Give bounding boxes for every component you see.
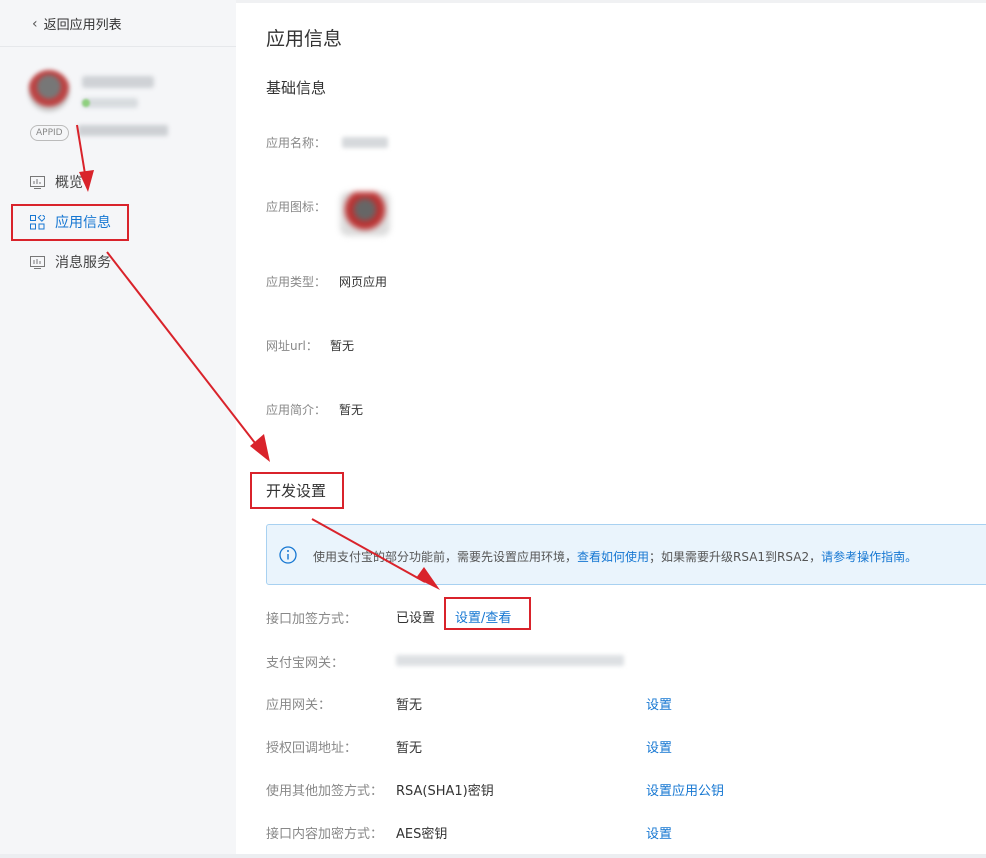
app-gateway-label: 应用网关：: [266, 698, 332, 713]
highlight-box-set-view: [444, 597, 531, 630]
appid-badge: APPID: [30, 125, 69, 141]
info-icon: [279, 546, 297, 568]
notice-text: 使用支付宝的部分功能前，需要先设置应用环境，查看如何使用；如果需要升级RSA1到…: [313, 548, 917, 565]
auth-callback-set-link[interactable]: 设置: [646, 737, 672, 756]
app-icon-label: 应用图标：: [266, 200, 327, 214]
other-sign-method-value: RSA(SHA1)密钥: [396, 784, 494, 799]
app-type-label: 应用类型：: [266, 275, 327, 289]
url-label: 网址url：: [266, 339, 318, 353]
how-to-use-link[interactable]: 查看如何使用: [577, 550, 649, 564]
page-title: 应用信息: [266, 28, 343, 50]
app-icon-image: [340, 192, 390, 236]
back-to-app-list-link[interactable]: ‹ 返回应用列表: [32, 14, 122, 34]
notice-text-part2: ；如果需要升级RSA1到RSA2，: [649, 550, 822, 564]
content-encrypt-label: 接口内容加密方式：: [266, 827, 384, 842]
highlight-box-dev-settings: [250, 472, 344, 509]
notice-text-part1: 使用支付宝的部分功能前，需要先设置应用环境，: [313, 550, 578, 564]
status-dot: [82, 99, 90, 107]
content-encrypt-value: AES密钥: [396, 827, 448, 842]
sign-method-value: 已设置: [396, 611, 436, 626]
app-name-value-redacted: [342, 137, 388, 148]
content-encrypt-set-link[interactable]: 设置: [646, 823, 672, 842]
appid-redacted: [78, 125, 168, 136]
notice-banner: 使用支付宝的部分功能前，需要先设置应用环境，查看如何使用；如果需要升级RSA1到…: [266, 524, 986, 585]
set-app-public-key-link[interactable]: 设置应用公钥: [646, 780, 724, 799]
monitor-icon: [30, 255, 45, 269]
app-name-redacted: [82, 76, 154, 88]
arrowhead-dev-settings: [250, 434, 270, 462]
url-value: 暂无: [330, 339, 355, 353]
basic-info-heading: 基础信息: [266, 79, 327, 97]
chevron-left-icon: ‹: [32, 15, 38, 32]
app-avatar: [28, 70, 70, 112]
dashboard-icon: [30, 175, 45, 189]
operation-guide-link[interactable]: 请参考操作指南。: [821, 550, 917, 564]
auth-callback-label: 授权回调地址：: [266, 741, 358, 756]
sign-method-label: 接口加签方式：: [266, 612, 358, 627]
highlight-box-app-info: [11, 204, 129, 241]
app-type-value: 网页应用: [339, 275, 388, 289]
app-gateway-value: 暂无: [396, 698, 423, 713]
sidebar-item-label: 消息服务: [55, 255, 111, 271]
other-sign-method-label: 使用其他加签方式：: [266, 784, 384, 799]
sidebar-divider: [0, 46, 236, 47]
alipay-gateway-value-redacted: [396, 655, 624, 666]
sidebar-item-label: 概览: [55, 175, 83, 191]
auth-callback-value: 暂无: [396, 741, 423, 756]
bottom-divider: [0, 854, 986, 858]
app-desc-label: 应用简介：: [266, 403, 327, 417]
app-desc-value: 暂无: [339, 403, 364, 417]
app-status-redacted: [82, 98, 138, 108]
app-name-label: 应用名称：: [266, 136, 327, 150]
back-label: 返回应用列表: [43, 18, 122, 33]
sidebar-item-overview[interactable]: 概览: [30, 172, 83, 192]
alipay-gateway-label: 支付宝网关：: [266, 656, 345, 671]
app-gateway-set-link[interactable]: 设置: [646, 694, 672, 713]
top-divider: [236, 0, 986, 3]
sidebar-item-message-service[interactable]: 消息服务: [30, 252, 111, 272]
